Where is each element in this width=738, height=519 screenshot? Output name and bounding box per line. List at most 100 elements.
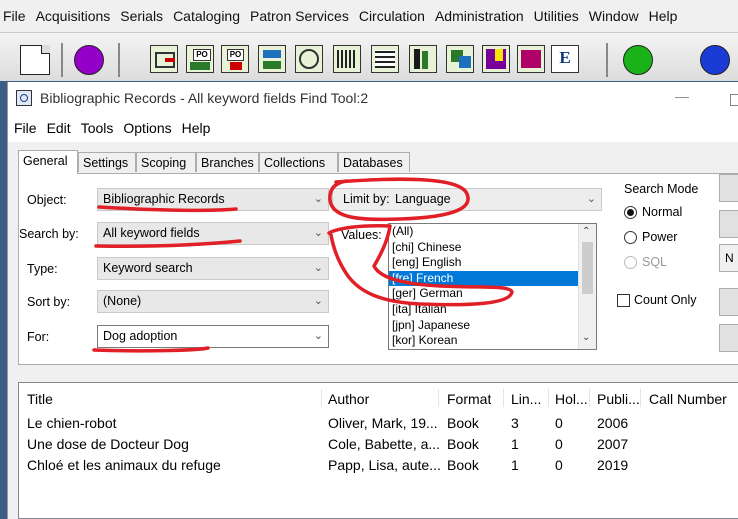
- tab-branches[interactable]: Branches: [196, 152, 259, 172]
- values-scrollbar[interactable]: ⌃ ⌄: [578, 224, 596, 349]
- checklist-icon[interactable]: [446, 45, 474, 73]
- toolbar-separator: [61, 43, 63, 77]
- type-select[interactable]: Keyword search ⌄: [97, 257, 329, 280]
- routing-icon[interactable]: [295, 45, 323, 73]
- minimize-button[interactable]: —: [675, 88, 689, 104]
- column-header-links[interactable]: Lin...: [511, 391, 541, 407]
- column-header-call-number[interactable]: Call Number: [649, 391, 727, 407]
- menu-circulation[interactable]: Circulation: [354, 8, 430, 24]
- tab-scoping[interactable]: Scoping: [136, 152, 196, 172]
- maximize-button[interactable]: [730, 94, 738, 106]
- cataloging-icon[interactable]: [482, 45, 510, 73]
- chevron-down-icon: ⌄: [313, 295, 323, 307]
- find-tool-window: Bibliographic Records - All keyword fiel…: [7, 82, 738, 519]
- limitby-value: Language: [395, 192, 451, 206]
- values-listbox[interactable]: (All) [chi] Chinese [eng] English [fre] …: [388, 223, 597, 350]
- cell-author: Oliver, Mark, 19...: [328, 415, 438, 431]
- menu-window[interactable]: Window: [584, 8, 644, 24]
- list-item[interactable]: [eng] English: [389, 255, 596, 271]
- type-value: Keyword search: [103, 261, 193, 275]
- list-item[interactable]: [ger] German: [389, 286, 596, 302]
- chevron-down-icon[interactable]: ⌄: [582, 332, 590, 343]
- scrollbar-thumb[interactable]: [582, 242, 593, 294]
- win-menu-edit[interactable]: Edit: [42, 120, 76, 136]
- invoice-icon[interactable]: [258, 45, 286, 73]
- column-header-holdings[interactable]: Hol...: [555, 391, 588, 407]
- cell-links: 1: [511, 436, 519, 452]
- column-divider[interactable]: [503, 389, 504, 407]
- cell-format: Book: [447, 415, 479, 431]
- menu-patron-services[interactable]: Patron Services: [245, 8, 354, 24]
- side-button[interactable]: [719, 324, 738, 352]
- list-item[interactable]: [kor] Korean: [389, 333, 596, 349]
- count-only-label: Count Only: [634, 293, 697, 307]
- acquisitions-icon[interactable]: [150, 45, 178, 73]
- radio-sql[interactable]: [624, 256, 637, 269]
- po-icon[interactable]: PO: [186, 45, 214, 73]
- results-list[interactable]: Title Author Format Lin... Hol... Publi.…: [18, 382, 738, 519]
- new-document-icon[interactable]: [20, 45, 50, 75]
- menu-administration[interactable]: Administration: [430, 8, 529, 24]
- po-receive-icon[interactable]: PO: [221, 45, 249, 73]
- radio-sql-label: SQL: [642, 255, 668, 269]
- cell-title: Le chien-robot: [27, 415, 117, 431]
- side-button[interactable]: [719, 288, 738, 316]
- tab-settings[interactable]: Settings: [78, 152, 136, 172]
- books-icon[interactable]: [409, 45, 437, 73]
- for-input[interactable]: Dog adoption ⌄: [97, 325, 329, 348]
- chevron-up-icon[interactable]: ⌃: [582, 226, 590, 237]
- list-item[interactable]: [jpn] Japanese: [389, 318, 596, 334]
- menu-serials[interactable]: Serials: [115, 8, 168, 24]
- chevron-down-icon: ⌄: [313, 227, 323, 239]
- sortby-select[interactable]: (None) ⌄: [97, 290, 329, 313]
- main-toolbar: PO PO E: [0, 32, 738, 81]
- tab-collections[interactable]: Collections: [259, 152, 338, 172]
- menu-cataloging[interactable]: Cataloging: [168, 8, 245, 24]
- menu-help[interactable]: Help: [644, 8, 683, 24]
- editor-icon[interactable]: E: [551, 45, 579, 73]
- win-menu-options[interactable]: Options: [118, 120, 176, 136]
- cataloging-icon[interactable]: [517, 45, 545, 73]
- new-button[interactable]: N: [719, 244, 738, 272]
- count-only-checkbox[interactable]: [617, 294, 630, 307]
- cell-author: Papp, Lisa, aute...: [328, 457, 441, 473]
- blue-circle-icon[interactable]: [700, 45, 730, 75]
- radio-power[interactable]: [624, 231, 637, 244]
- radio-normal[interactable]: [624, 206, 637, 219]
- win-menu-help[interactable]: Help: [177, 120, 216, 136]
- list-item-selected[interactable]: [fre] French: [389, 270, 596, 287]
- object-value: Bibliographic Records: [103, 192, 225, 206]
- column-divider[interactable]: [640, 389, 641, 407]
- column-header-title[interactable]: Title: [27, 391, 53, 407]
- menu-utilities[interactable]: Utilities: [529, 8, 584, 24]
- list-item[interactable]: [chi] Chinese: [389, 240, 596, 256]
- green-circle-icon[interactable]: [623, 45, 653, 75]
- column-header-author[interactable]: Author: [328, 391, 369, 407]
- list-item[interactable]: (All): [389, 224, 596, 240]
- cell-publication: 2019: [597, 457, 629, 473]
- toolbar-separator: [118, 43, 120, 77]
- list-item[interactable]: [ita] Italian: [389, 302, 596, 318]
- serials-icon[interactable]: [371, 45, 399, 73]
- side-button[interactable]: [719, 210, 738, 238]
- menu-file[interactable]: File: [0, 8, 31, 24]
- column-divider[interactable]: [321, 389, 322, 407]
- cell-title: Une dose de Docteur Dog: [27, 436, 189, 452]
- searchby-select[interactable]: All keyword fields ⌄: [97, 222, 329, 245]
- tab-databases[interactable]: Databases: [338, 152, 410, 172]
- purple-circle-icon[interactable]: [74, 45, 104, 75]
- search-button[interactable]: [719, 174, 738, 202]
- limitby-select[interactable]: Limit by: Language ⌄: [332, 188, 602, 211]
- column-divider[interactable]: [589, 389, 590, 407]
- object-select[interactable]: Bibliographic Records ⌄: [97, 188, 329, 211]
- for-value: Dog adoption: [103, 329, 178, 343]
- barcode-icon[interactable]: [333, 45, 361, 73]
- tab-general[interactable]: General: [18, 150, 78, 174]
- column-header-publication[interactable]: Publi...: [597, 391, 640, 407]
- column-header-format[interactable]: Format: [447, 391, 491, 407]
- column-divider[interactable]: [548, 389, 549, 407]
- menu-acquisitions[interactable]: Acquisitions: [31, 8, 116, 24]
- win-menu-tools[interactable]: Tools: [76, 120, 119, 136]
- win-menu-file[interactable]: File: [8, 120, 42, 136]
- column-divider[interactable]: [438, 389, 439, 407]
